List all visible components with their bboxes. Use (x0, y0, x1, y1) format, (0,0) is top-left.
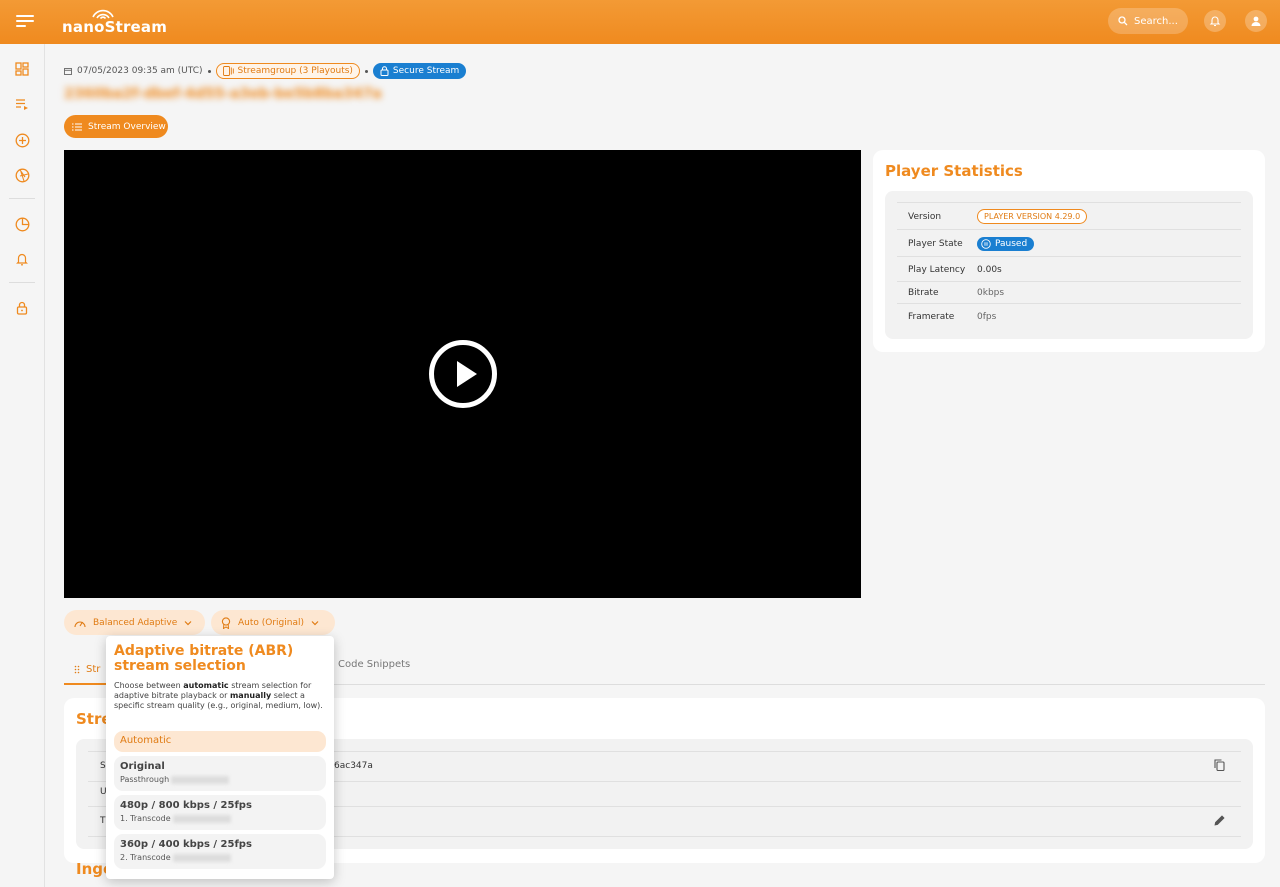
popup-description: Choose between automatic stream selectio… (114, 681, 323, 710)
streamgroup-icon (222, 66, 234, 76)
analytics-icon[interactable] (13, 215, 31, 233)
user-icon (1251, 16, 1261, 26)
paused-badge: Paused (977, 236, 1035, 251)
edit-icon[interactable] (1214, 815, 1225, 826)
popup-title: Adaptive bitrate (ABR) stream selection (114, 643, 294, 674)
account-button[interactable] (1245, 10, 1267, 32)
play-icon[interactable] (429, 340, 497, 408)
bell-icon (1209, 16, 1221, 27)
stream-name-value: 6ac347a (334, 761, 373, 771)
tab-code-snippets[interactable]: Code Snippets (338, 659, 410, 670)
streamgroup-chip[interactable]: Streamgroup (3 Playouts) (215, 63, 360, 79)
player-version-chip: PLAYER VERSION 4.29.0 (977, 209, 1088, 224)
dashboard-icon[interactable] (13, 60, 31, 78)
badge-icon (221, 616, 231, 629)
option-original[interactable]: Original Passthrough (114, 756, 326, 791)
player-statistics-card: Player Statistics Version PLAYER VERSION… (873, 150, 1265, 352)
sidebar (0, 44, 45, 887)
search-label: Search... (1134, 15, 1178, 27)
option-360p[interactable]: 360p / 400 kbps / 25fps 2. Transcode (114, 834, 326, 869)
pause-icon (981, 238, 991, 249)
playback-mode-dropdown[interactable]: Balanced Adaptive (64, 610, 205, 635)
alerts-icon[interactable] (13, 250, 31, 268)
created-date: 07/05/2023 09:35 am (UTC) (77, 66, 203, 76)
search-button[interactable]: Search... (1108, 8, 1188, 34)
lock-icon (380, 66, 389, 76)
option-480p[interactable]: 480p / 800 kbps / 25fps 1. Transcode (114, 795, 326, 830)
menu-icon[interactable] (14, 12, 36, 32)
video-player[interactable] (64, 150, 861, 598)
abr-selection-popup: Adaptive bitrate (ABR) stream selection … (106, 636, 334, 879)
stat-row-player-state: Player State Paused (897, 231, 1241, 257)
stat-row-play-latency: Play Latency 0.00s (897, 258, 1241, 282)
notifications-button[interactable] (1204, 10, 1226, 32)
copy-icon[interactable] (1214, 759, 1225, 771)
stream-id: 2360ba2f-dbef-4d55-a3eb-be5b8ba347a (64, 86, 382, 102)
stat-row-version: Version PLAYER VERSION 4.29.0 (897, 204, 1241, 230)
add-circle-icon[interactable] (13, 131, 31, 149)
brand-name: nanoStream (62, 18, 168, 36)
list-icon (72, 122, 82, 131)
quality-dropdown[interactable]: Auto (Original) (211, 610, 335, 635)
lock-icon[interactable] (13, 299, 31, 317)
playlist-icon[interactable] (13, 95, 31, 113)
stat-row-bitrate: Bitrate 0kbps (897, 283, 1241, 304)
option-automatic[interactable]: Automatic (114, 731, 326, 752)
chevron-down-icon (184, 620, 192, 625)
stream-overview-button[interactable]: Stream Overview (64, 115, 168, 138)
chevron-down-icon (311, 620, 319, 625)
calendar-icon (64, 68, 72, 75)
secure-stream-badge: Secure Stream (372, 63, 467, 79)
top-bar: nanoStream Search... (0, 0, 1280, 44)
player-statistics-title: Player Statistics (885, 162, 1023, 180)
aperture-icon[interactable] (13, 166, 31, 184)
stat-row-framerate: Framerate 0fps (908, 312, 997, 322)
stream-meta: 07/05/2023 09:35 am (UTC) Streamgroup (3… (64, 62, 467, 80)
speedometer-icon (74, 621, 86, 627)
drag-icon (74, 665, 80, 673)
search-icon (1118, 16, 1128, 26)
